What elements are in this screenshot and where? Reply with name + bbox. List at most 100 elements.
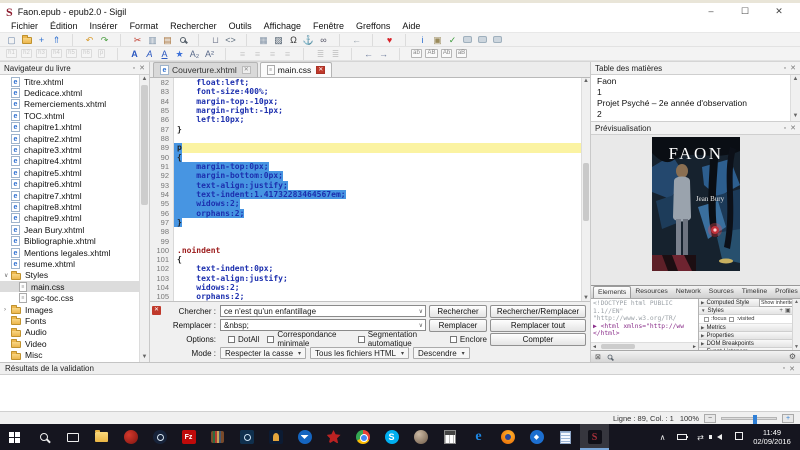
file-explorer-icon[interactable]	[87, 424, 116, 450]
scroll-up-icon[interactable]: ▲	[140, 75, 149, 84]
editor-scrollbar[interactable]: ▲▼	[581, 78, 590, 301]
inspector-tab-profiles[interactable]: Profiles	[771, 286, 800, 298]
inspector-hscrollbar[interactable]: ◄►	[591, 342, 698, 350]
toc-entry[interactable]: Faon	[591, 76, 800, 87]
inspector-section-properties[interactable]: ▶Properties	[699, 332, 800, 340]
network-icon[interactable]: ⇄	[691, 433, 710, 442]
insert-image-icon[interactable]: ▨	[271, 34, 286, 46]
gimp-icon[interactable]	[406, 424, 435, 450]
zoom-in-button[interactable]: +	[782, 414, 794, 423]
float-panel-icon[interactable]: ▫	[133, 65, 135, 72]
inspector-tab-elements[interactable]: Elements	[593, 286, 631, 298]
close-panel-icon[interactable]: ✕	[139, 64, 145, 72]
tree-item-chapitre3-xhtml[interactable]: echapitre3.xhtml	[0, 144, 149, 155]
undo-icon[interactable]: ↶	[82, 34, 97, 46]
scroll-down-icon[interactable]: ▼	[140, 353, 149, 362]
inspector-section-styles[interactable]: ▼Styles+▣⚙	[699, 307, 800, 315]
tree-item-toc-xhtml[interactable]: eTOC.xhtml	[0, 110, 149, 121]
case-upper-icon[interactable]: AB	[424, 48, 439, 60]
inspector-section-metrics[interactable]: ▶Metrics	[699, 324, 800, 332]
tree-scrollbar[interactable]: ▲ ▼	[139, 75, 149, 362]
tree-item-remerciements-xhtml[interactable]: eRemerciements.xhtml	[0, 99, 149, 110]
paste-icon[interactable]: ▤	[160, 34, 175, 46]
indent-icon[interactable]: →	[376, 48, 391, 60]
add-file-icon[interactable]: +	[34, 34, 49, 46]
tree-item-chapitre7-xhtml[interactable]: echapitre7.xhtml	[0, 190, 149, 201]
tree-item-bibliographie-xhtml[interactable]: eBibliographie.xhtml	[0, 235, 149, 246]
checkbox[interactable]	[450, 336, 457, 343]
insert-file-icon[interactable]: ▦	[256, 34, 271, 46]
replace-all-button[interactable]: Remplacer tout	[490, 319, 586, 332]
float-panel-icon[interactable]: ▫	[784, 65, 786, 72]
inspector-tab-sources[interactable]: Sources	[705, 286, 738, 298]
metadata-icon[interactable]: i	[415, 34, 430, 46]
zoom-slider[interactable]	[721, 417, 777, 420]
bubble-icon-2[interactable]	[475, 34, 490, 46]
toc-entry[interactable]: 1	[591, 87, 800, 98]
find-input[interactable]: ce n'est qu'un enfantillage∨	[220, 305, 426, 317]
menu-fentre[interactable]: Fenêtre	[307, 21, 350, 31]
tree-item-sgc-toc-css[interactable]: ≡sgc-toc.css	[0, 292, 149, 303]
mode-dropdown-tous-les-fichiers-html[interactable]: Tous les fichiers HTML▾	[310, 347, 409, 359]
bubble-icon-1[interactable]	[460, 34, 475, 46]
italic-icon[interactable]: A	[142, 48, 157, 60]
find-replace-button[interactable]: Rechercher/Remplacer	[490, 305, 586, 318]
inspector-tab-resources[interactable]: Resources	[631, 286, 672, 298]
scroll-down-icon[interactable]: ▼	[791, 112, 800, 121]
start-button[interactable]	[0, 424, 29, 450]
app-darkblue-icon[interactable]	[232, 424, 261, 450]
menu-aide[interactable]: Aide	[396, 21, 426, 31]
code-view-icon[interactable]: <>	[223, 34, 238, 46]
tree-item-video[interactable]: Video	[0, 338, 149, 349]
count-button[interactable]: Compter	[490, 333, 586, 346]
inspector-tab-timeline[interactable]: Timeline	[738, 286, 771, 298]
close-panel-icon[interactable]: ✕	[790, 124, 796, 132]
taskbar-clock[interactable]: 11:4902/09/2016	[748, 428, 800, 446]
calibre-icon[interactable]	[203, 424, 232, 450]
tree-item-chapitre6-xhtml[interactable]: echapitre6.xhtml	[0, 179, 149, 190]
code-editor[interactable]: 82 float:left;83 font-size:400%;84 margi…	[150, 78, 590, 301]
combo-arrow-icon[interactable]: ∨	[419, 308, 423, 315]
menu-dition[interactable]: Édition	[44, 21, 84, 31]
inspector-tab-network[interactable]: Network	[672, 286, 705, 298]
bold-icon[interactable]: A	[127, 48, 142, 60]
menu-greffons[interactable]: Greffons	[350, 21, 396, 31]
tree-item-chapitre2-xhtml[interactable]: echapitre2.xhtml	[0, 133, 149, 144]
taskbar-search-icon[interactable]	[29, 424, 58, 450]
close-button[interactable]: ✕	[762, 3, 796, 20]
inspector-search-icon[interactable]	[607, 354, 612, 359]
notepad-icon[interactable]	[551, 424, 580, 450]
open-file-icon[interactable]	[19, 34, 34, 46]
copy-icon[interactable]: ▥	[145, 34, 160, 46]
tree-item-chapitre9-xhtml[interactable]: echapitre9.xhtml	[0, 213, 149, 224]
checkbox[interactable]	[358, 336, 365, 343]
find-button[interactable]: Rechercher	[429, 305, 487, 318]
underline-icon[interactable]: A	[157, 48, 172, 60]
menu-rechercher[interactable]: Rechercher	[164, 21, 223, 31]
section-tool-icon[interactable]: ▣	[785, 307, 791, 314]
mode-dropdown-descendre[interactable]: Descendre▾	[413, 347, 470, 359]
tab-close-icon[interactable]: ✕	[316, 66, 325, 74]
checkbox[interactable]	[704, 317, 709, 322]
strike-star-icon[interactable]: ★	[172, 48, 187, 60]
inspector-dom-tree[interactable]: <!DOCTYPE html PUBLIC1.1//EN""http://www…	[591, 299, 698, 350]
zoom-out-button[interactable]: −	[704, 414, 716, 423]
editor-tab-main-css[interactable]: ≡main.css✕	[260, 62, 333, 77]
tree-item-chapitre5-xhtml[interactable]: echapitre5.xhtml	[0, 167, 149, 178]
tree-expand-icon[interactable]: ›	[4, 307, 11, 313]
tray-chevron-icon[interactable]: ∧	[653, 433, 672, 442]
maximize-button[interactable]: ☐	[728, 3, 762, 20]
menu-outils[interactable]: Outils	[223, 21, 258, 31]
inspector-section-computed-style[interactable]: ▶Computed StyleShow inherited	[699, 299, 800, 307]
thunderbird-icon[interactable]	[290, 424, 319, 450]
inspect-element-icon[interactable]: ⊠	[595, 353, 601, 361]
find-icon[interactable]	[175, 34, 190, 46]
sigil-taskbar-icon[interactable]: S	[580, 424, 609, 450]
edge-icon[interactable]: e	[464, 424, 493, 450]
link-icon[interactable]: ∞	[316, 34, 331, 46]
close-search-icon[interactable]: ✕	[152, 306, 161, 315]
app-red-star-icon[interactable]	[319, 424, 348, 450]
case-title-icon[interactable]: Ab	[439, 48, 454, 60]
inspector-section-event-listeners[interactable]: ▶Event Listeners∇·	[699, 348, 800, 350]
cut-icon[interactable]: ✂	[130, 34, 145, 46]
